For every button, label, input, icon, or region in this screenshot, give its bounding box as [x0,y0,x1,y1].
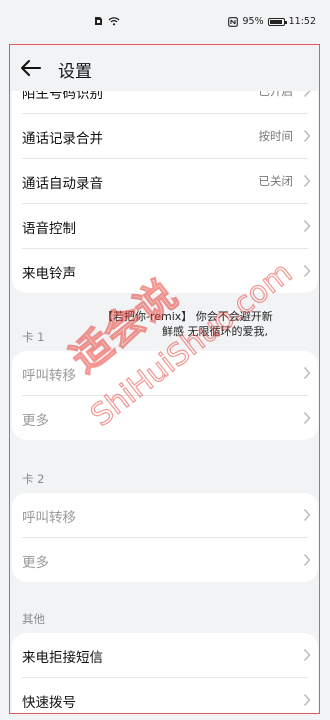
battery-level [269,19,282,24]
row-label: 通话自动录音 [22,176,103,192]
card1-settings-card: 呼叫转移 更多 [12,351,318,440]
row-voice-control[interactable]: 语音控制 [12,204,318,248]
chevron-right-icon [303,694,311,706]
row-label: 更多 [22,555,49,571]
row-label: 来电拒接短信 [22,650,103,666]
general-settings-card: 陌生号码识别 已开启 通话记录合并 按时间 通话自动录音 已关闭 语音控制 来电… [12,91,318,293]
row-call-log-merge[interactable]: 通话记录合并 按时间 [12,114,318,158]
row-label: 来电铃声 [22,266,76,282]
row-value: 已开启 [258,91,294,98]
chevron-right-icon [303,130,311,142]
clock: 11:52 [288,16,316,27]
row-caller-id[interactable]: 陌生号码识别 已开启 [12,91,318,113]
row-card2-more[interactable]: 更多 [12,538,318,582]
row-label: 语音控制 [22,221,76,237]
section-title-other: 其他 [22,612,45,626]
row-ringtone[interactable]: 来电铃声 [12,249,318,293]
row-label: 呼叫转移 [22,510,76,526]
page-title: 设置 [58,62,92,82]
settings-screen: 设置 陌生号码识别 已开启 通话记录合并 按时间 通话自动录音 已关闭 语音控制… [9,44,320,714]
row-card1-call-forwarding[interactable]: 呼叫转移 [12,351,318,395]
chevron-right-icon [303,649,311,661]
chevron-right-icon [303,554,311,566]
now-playing-line1: 【若把你-remix】 你会不会避开新 [102,310,273,323]
row-label: 更多 [22,413,49,429]
back-arrow-icon[interactable] [18,55,44,81]
battery-percent: 95% [242,16,264,27]
ringtone-now-playing: 【若把你-remix】 你会不会避开新 鲜感 无限循环的爱我, [102,309,302,339]
row-label: 呼叫转移 [22,368,76,384]
row-reject-sms[interactable]: 来电拒接短信 [12,633,318,677]
chevron-right-icon [303,91,311,97]
nfc-icon [228,16,239,27]
chevron-right-icon [303,265,311,277]
chevron-right-icon [303,220,311,232]
section-title-card1: 卡 1 [22,330,45,344]
settings-list[interactable]: 陌生号码识别 已开启 通话记录合并 按时间 通话自动录音 已关闭 语音控制 来电… [10,91,319,713]
notification-icons [94,16,120,26]
card2-settings-card: 呼叫转移 更多 [12,493,318,582]
row-label: 通话记录合并 [22,131,103,147]
other-settings-card: 来电拒接短信 快速拨号 [12,633,318,713]
status-bar: 95% 11:52 [0,0,330,44]
chevron-right-icon [303,367,311,379]
row-card2-call-forwarding[interactable]: 呼叫转移 [12,493,318,537]
row-label: 快速拨号 [22,695,76,711]
chevron-right-icon [303,175,311,187]
row-auto-record[interactable]: 通话自动录音 已关闭 [12,159,318,203]
row-card1-more[interactable]: 更多 [12,396,318,440]
row-label: 陌生号码识别 [22,91,103,102]
title-bar: 设置 [10,45,319,91]
wifi-icon [108,17,120,26]
battery-icon [267,17,287,26]
row-value: 已关闭 [258,174,294,188]
chevron-right-icon [303,412,311,424]
now-playing-line2: 鲜感 无限循环的爱我, [162,325,268,338]
section-title-card2: 卡 2 [22,472,45,486]
chevron-right-icon [303,509,311,521]
row-value: 按时间 [258,129,294,143]
sim-icon [95,17,102,25]
row-speed-dial[interactable]: 快速拨号 [12,678,318,713]
